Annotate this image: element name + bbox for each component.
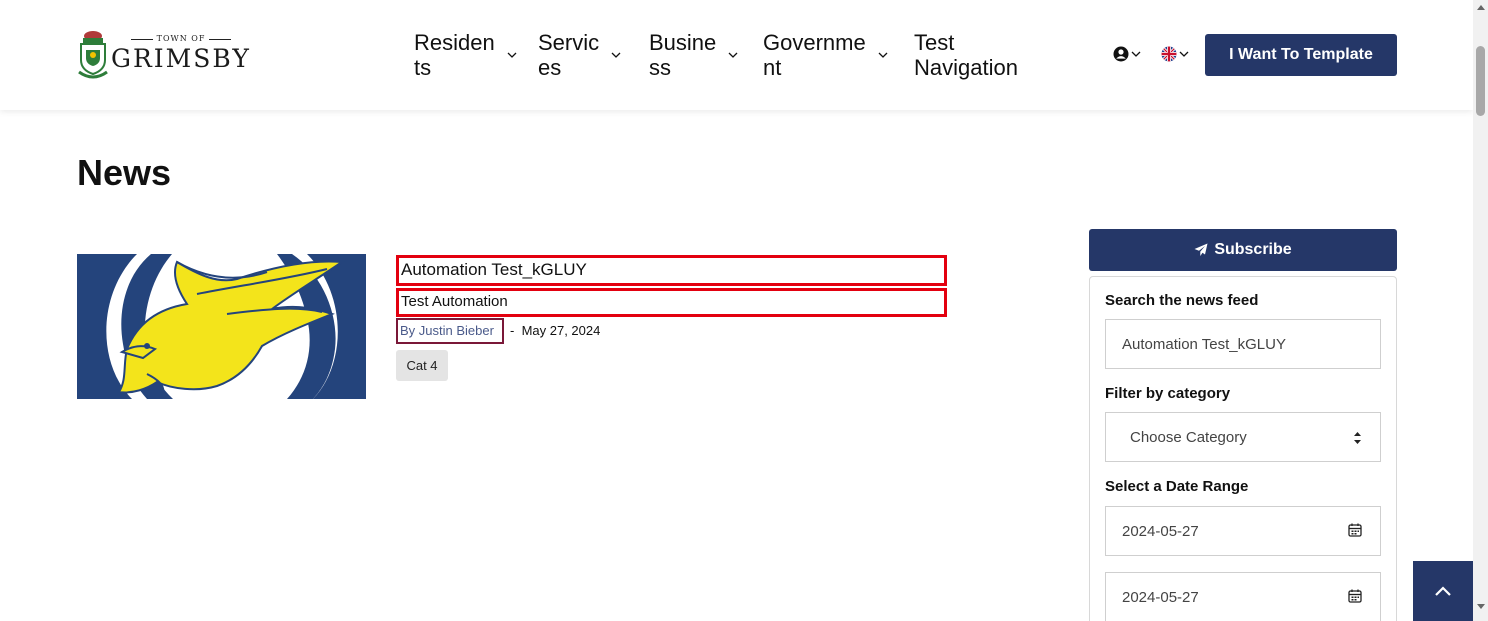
nav-label-line: Residen [414, 30, 495, 55]
date-separator: - [510, 323, 515, 338]
calendar-icon[interactable] [1348, 589, 1362, 603]
site-header: TOWN OF GRIMSBY Residen ts Servic es Bus… [0, 0, 1473, 110]
date-from-input[interactable]: 2024-05-27 [1105, 506, 1381, 556]
news-thumbnail[interactable] [77, 254, 366, 399]
town-crest-icon [78, 31, 108, 79]
chevron-up-icon [1435, 586, 1451, 596]
category-select-value: Choose Category [1130, 428, 1247, 446]
news-date-value: May 27, 2024 [521, 323, 601, 338]
chevron-down-icon [1179, 49, 1189, 59]
scroll-down-arrow-icon[interactable] [1477, 604, 1485, 609]
news-author-link[interactable]: By Justin Bieber [396, 318, 504, 344]
chevron-down-icon [611, 50, 621, 60]
chevron-down-icon [507, 50, 517, 60]
user-circle-icon [1113, 46, 1129, 62]
i-want-to-button[interactable]: I Want To Template [1205, 34, 1397, 76]
search-input-value: Automation Test_kGLUY [1122, 335, 1286, 353]
date-to-value: 2024-05-27 [1122, 588, 1199, 606]
nav-label-business: Busine ss [649, 30, 716, 80]
date-range-label: Select a Date Range [1105, 478, 1249, 495]
logo-name: GRIMSBY [111, 44, 251, 73]
account-menu[interactable] [1113, 46, 1141, 62]
eagle-mascot-image [77, 254, 366, 399]
chevron-down-icon [1131, 49, 1141, 59]
nav-label-services: Servic es [538, 30, 599, 80]
nav-item-services[interactable]: Servic es [538, 30, 621, 80]
paper-plane-icon [1194, 243, 1208, 256]
date-to-input[interactable]: 2024-05-27 [1105, 572, 1381, 621]
news-date: - May 27, 2024 [510, 322, 600, 340]
nav-item-residents[interactable]: Residen ts [414, 30, 517, 80]
nav-label-line: ts [414, 55, 432, 80]
page-title: News [77, 152, 172, 193]
nav-item-government[interactable]: Governme nt [763, 30, 888, 80]
logo-town-of: TOWN OF [123, 34, 239, 43]
scroll-up-arrow-icon[interactable] [1477, 5, 1485, 10]
search-input[interactable]: Automation Test_kGLUY [1105, 319, 1381, 369]
nav-label-line: Governme [763, 30, 866, 55]
subscribe-button[interactable]: Subscribe [1089, 229, 1397, 271]
search-label: Search the news feed [1105, 292, 1259, 309]
news-title-link[interactable]: Automation Test_kGLUY [396, 255, 947, 286]
nav-label-line: es [538, 55, 562, 80]
sort-arrows-icon [1354, 432, 1361, 444]
news-category-tag[interactable]: Cat 4 [396, 350, 448, 381]
nav-label-line: Busine [649, 30, 717, 55]
chevron-down-icon [878, 50, 888, 60]
nav-label-line: ss [649, 55, 671, 80]
nav-label-government: Governme nt [763, 30, 866, 80]
grimsby-logo[interactable]: TOWN OF GRIMSBY [77, 28, 249, 82]
category-label: Filter by category [1105, 385, 1231, 402]
news-description: Test Automation [396, 288, 947, 317]
uk-flag-icon [1161, 46, 1177, 62]
category-select[interactable]: Choose Category [1105, 412, 1381, 462]
nav-label-line: Navigation [914, 55, 1018, 80]
subscribe-label: Subscribe [1214, 241, 1292, 258]
nav-label-residents: Residen ts [414, 30, 495, 80]
nav-label-line: Test [914, 30, 955, 55]
nav-label-test-navigation: Test Navigation [914, 30, 1018, 80]
calendar-icon[interactable] [1348, 523, 1362, 537]
date-from-value: 2024-05-27 [1122, 522, 1199, 540]
nav-item-test-navigation[interactable]: Test Navigation [914, 30, 1018, 80]
language-menu[interactable] [1161, 46, 1189, 62]
page-scrollbar[interactable] [1473, 0, 1488, 621]
back-to-top-button[interactable] [1413, 561, 1473, 621]
nav-label-line: Servic [538, 30, 600, 55]
scrollbar-thumb[interactable] [1476, 46, 1485, 116]
chevron-down-icon [728, 50, 738, 60]
nav-item-business[interactable]: Busine ss [649, 30, 738, 80]
nav-label-line: nt [763, 55, 782, 80]
